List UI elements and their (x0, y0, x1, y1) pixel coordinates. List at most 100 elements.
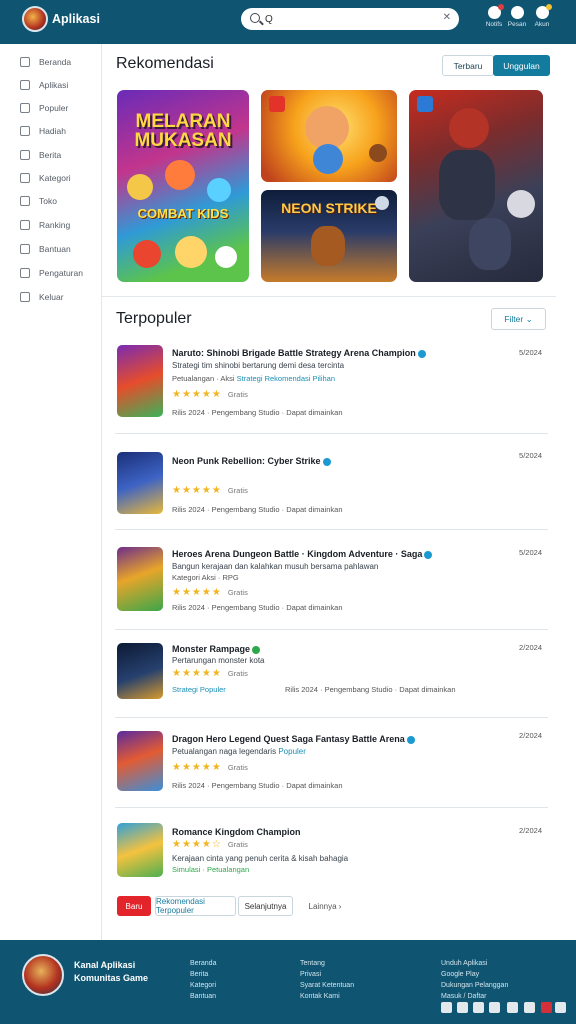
facebook-icon[interactable] (441, 1002, 452, 1013)
list-item[interactable]: Dragon Hero Legend Quest Saga Fantasy Ba… (115, 724, 548, 808)
filter-featured-button[interactable]: Unggulan (493, 55, 550, 76)
row-rating: ★★★★★ Gratis (172, 762, 248, 773)
row-tags-plain: Kategori Aksi · RPG (172, 573, 239, 582)
featured-tile-1[interactable]: MELARAN MUKASAN COMBAT KIDS (117, 90, 249, 282)
footer-link[interactable]: Masuk / Daftar (441, 993, 487, 1000)
sort-dropdown[interactable]: Filter ⌄ (491, 308, 546, 330)
email-icon[interactable] (541, 1002, 552, 1013)
sidebar-item-logout[interactable]: Keluar (20, 290, 64, 304)
share-icon[interactable] (555, 1002, 566, 1013)
tile-badge-icon (417, 96, 433, 112)
app-thumbnail[interactable] (117, 643, 163, 699)
featured-title: Rekomendasi (116, 55, 214, 72)
profile-icon (535, 4, 552, 19)
list-item[interactable]: Naruto: Shinobi Brigade Battle Strategy … (115, 338, 548, 434)
footer-link[interactable]: Unduh Aplikasi (441, 960, 487, 967)
footer-link[interactable]: Syarat Ketentuan (300, 982, 354, 989)
row-title-text: Naruto: Shinobi Brigade Battle Strategy … (172, 348, 416, 358)
filter-latest-button[interactable]: Terbaru (442, 55, 494, 76)
sidebar-item-settings[interactable]: Pengaturan (20, 266, 83, 280)
more-link[interactable]: Lainnya › (300, 896, 350, 916)
sidebar-item-home[interactable]: Beranda (20, 55, 71, 69)
store-icon (20, 196, 30, 206)
character-art (469, 218, 511, 270)
character-art (133, 240, 161, 268)
app-logo[interactable] (22, 6, 48, 32)
row-tags: Kategori Aksi · RPG (172, 573, 239, 582)
app-thumbnail[interactable] (117, 731, 163, 791)
messages-button[interactable]: Pesan (505, 6, 529, 28)
footer-link[interactable]: Privasi (300, 971, 321, 978)
featured-tile-4[interactable] (409, 90, 543, 282)
sidebar-item-categories[interactable]: Kategori (20, 171, 71, 185)
verified-icon (417, 349, 426, 358)
footer-link[interactable]: Bantuan (190, 993, 216, 1000)
list-item[interactable]: Romance Kingdom Champion ★★★★☆ Gratis Ker… (115, 816, 548, 886)
row-date: 2/2024 (519, 731, 542, 740)
footer-link[interactable]: Kategori (190, 982, 216, 989)
profile-button[interactable]: Akun (530, 4, 554, 28)
search-bar[interactable]: ✕ (241, 8, 459, 30)
page-current-button[interactable]: Rekomendasi Terpopuler (155, 896, 236, 916)
notifications-icon (487, 4, 504, 19)
category-icon (20, 173, 30, 183)
sidebar-item-label: Toko (39, 196, 57, 206)
row-rating: ★★★★★ Gratis (172, 587, 248, 598)
tile-art-title: NEON STRIKE (281, 200, 377, 216)
footer-link[interactable]: Kontak Kami (300, 993, 340, 1000)
footer-link[interactable]: Berita (190, 971, 208, 978)
character-art (449, 108, 489, 148)
sidebar-item-gifts[interactable]: Hadiah (20, 124, 66, 138)
tiktok-icon[interactable] (524, 1002, 535, 1013)
row-title-text: Dragon Hero Legend Quest Saga Fantasy Ba… (172, 734, 405, 744)
featured-tile-2[interactable] (261, 90, 397, 182)
list-item[interactable]: Heroes Arena Dungeon Battle · Kingdom Ad… (115, 538, 548, 630)
row-rating: ★★★★☆ Gratis (172, 839, 248, 850)
row-tags: Strategi Populer (172, 685, 226, 694)
row-meta: Rilis 2024 · Pengembang Studio · Dapat d… (172, 505, 343, 514)
app-thumbnail[interactable] (117, 345, 163, 417)
sidebar-item-label: Aplikasi (39, 80, 69, 90)
fire-icon (20, 103, 30, 113)
row-subtitle: Bangun kerajaan dan kalahkan musuh bersa… (172, 562, 379, 571)
row-rating-text: Gratis (227, 486, 248, 495)
footer-link[interactable]: Dukungan Pelanggan (441, 982, 508, 989)
row-tags-highlight: Strategi Rekomendasi Pilihan (236, 374, 336, 383)
sort-label: Filter (504, 314, 524, 324)
settings-icon (20, 268, 30, 278)
dice-art (215, 246, 237, 268)
sidebar-item-ranking[interactable]: Ranking (20, 218, 70, 232)
discord-icon[interactable] (507, 1002, 518, 1013)
row-rating-text: Gratis (227, 669, 248, 678)
app-thumbnail[interactable] (117, 452, 163, 514)
sidebar-item-apps[interactable]: Aplikasi (20, 78, 68, 92)
twitter-icon[interactable] (457, 1002, 468, 1013)
footer-link[interactable]: Beranda (190, 960, 216, 967)
sidebar-item-help[interactable]: Bantuan (20, 242, 71, 256)
youtube-icon[interactable] (489, 1002, 500, 1013)
logout-icon (20, 292, 30, 302)
clear-search-icon[interactable]: ✕ (443, 12, 451, 23)
row-rating-text: Gratis (227, 840, 248, 849)
page-prev-button[interactable]: Baru (117, 896, 151, 916)
footer-link[interactable]: Google Play (441, 971, 479, 978)
list-item[interactable]: Monster Rampage Pertarungan monster kota… (115, 634, 548, 718)
page-next-button[interactable]: Selanjutnya (238, 896, 293, 916)
app-thumbnail[interactable] (117, 547, 163, 611)
sidebar-item-popular[interactable]: Populer (20, 101, 68, 115)
star-rating-icons: ★★★★★ (172, 485, 222, 496)
footer-link[interactable]: Tentang (300, 960, 325, 967)
character-art (369, 144, 387, 162)
row-title: Naruto: Shinobi Brigade Battle Strategy … (172, 348, 426, 358)
sidebar-item-news[interactable]: Berita (20, 148, 61, 162)
verified-icon (322, 457, 331, 466)
row-meta: Rilis 2024 · Pengembang Studio · Dapat d… (172, 781, 343, 790)
notifications-button[interactable]: Notifs (482, 4, 506, 28)
tile-art-title: MELARAN MUKASAN (134, 111, 232, 151)
featured-tile-3[interactable]: NEON STRIKE (261, 190, 397, 282)
instagram-icon[interactable] (473, 1002, 484, 1013)
search-input[interactable] (265, 11, 435, 27)
list-item[interactable]: Neon Punk Rebellion: Cyber Strike ★★★★★ G… (115, 440, 548, 530)
app-thumbnail[interactable] (117, 823, 163, 877)
sidebar-item-store[interactable]: Toko (20, 194, 57, 208)
